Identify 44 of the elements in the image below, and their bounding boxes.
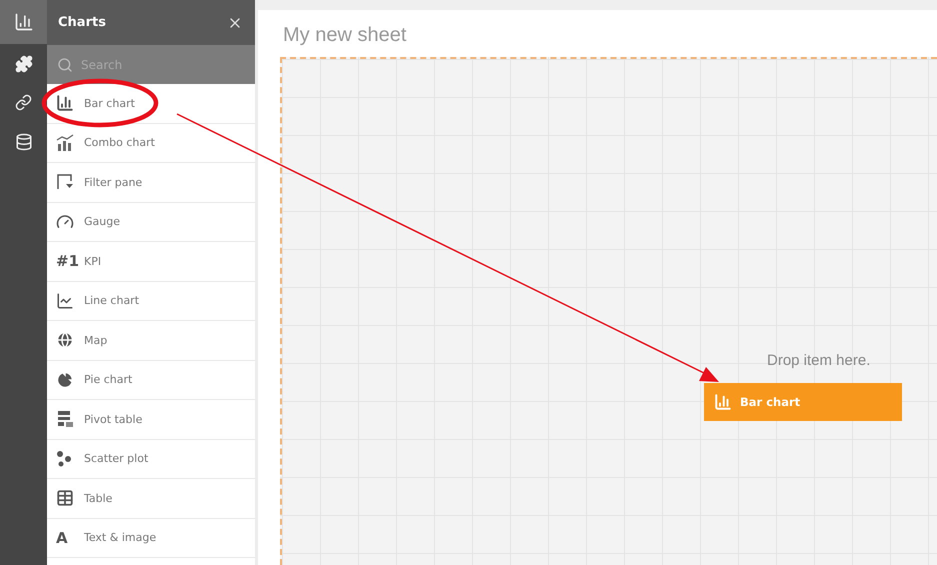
table-icon (56, 489, 74, 508)
item-label: Bar chart (84, 96, 135, 110)
item-label: Table (84, 492, 112, 505)
chart-list-item[interactable]: Scatter plot (47, 440, 255, 479)
search-icon (57, 56, 73, 72)
item-label: Gauge (84, 215, 120, 228)
item-label: Pivot table (84, 412, 142, 426)
chart-list-item[interactable]: #1 KPI (47, 242, 255, 282)
chart-list-item[interactable]: Combo chart (47, 124, 255, 163)
scatter-icon (56, 450, 74, 468)
chart-list-item[interactable]: Table (47, 479, 255, 518)
line-chart-icon (56, 292, 74, 310)
pivot-table-icon (56, 410, 74, 428)
item-label: Scatter plot (84, 452, 148, 466)
chart-list-item[interactable]: Filter pane (47, 163, 255, 202)
bar-chart-icon (14, 12, 34, 32)
item-label: Pie chart (84, 373, 132, 386)
bar-chart-icon (714, 393, 732, 411)
chart-list-item[interactable]: Pie chart (47, 360, 255, 400)
sheet-title: My new sheet (282, 23, 408, 48)
database-icon (14, 132, 32, 150)
bar-chart-icon (56, 94, 74, 112)
gauge-icon (56, 212, 74, 231)
puzzle-icon (14, 54, 32, 72)
filter-pane-icon (56, 173, 74, 192)
chart-list-item[interactable]: Bar chart (47, 84, 255, 124)
item-label: KPI (84, 254, 102, 268)
combo-chart-icon (56, 134, 74, 152)
drop-hint: Drop item here. (767, 352, 870, 369)
glyph-icon: A (56, 528, 74, 547)
item-label: Text & image (84, 531, 156, 544)
chart-list-item[interactable]: Line chart (47, 282, 255, 321)
item-label: Line chart (84, 294, 140, 308)
chart-list-item[interactable]: Gauge (47, 202, 255, 242)
pie-chart-icon (56, 370, 74, 389)
chart-list-item[interactable]: A Text & image (47, 518, 255, 558)
panel-title: Charts (58, 15, 106, 30)
globe-icon (56, 331, 74, 350)
chart-list-item[interactable]: Map (47, 321, 255, 360)
item-label: Combo chart (84, 136, 155, 150)
item-label: Map (84, 334, 108, 347)
item-label: Filter pane (84, 176, 142, 189)
chart-list-item[interactable]: Pivot table (47, 400, 255, 440)
link-icon (15, 94, 32, 111)
